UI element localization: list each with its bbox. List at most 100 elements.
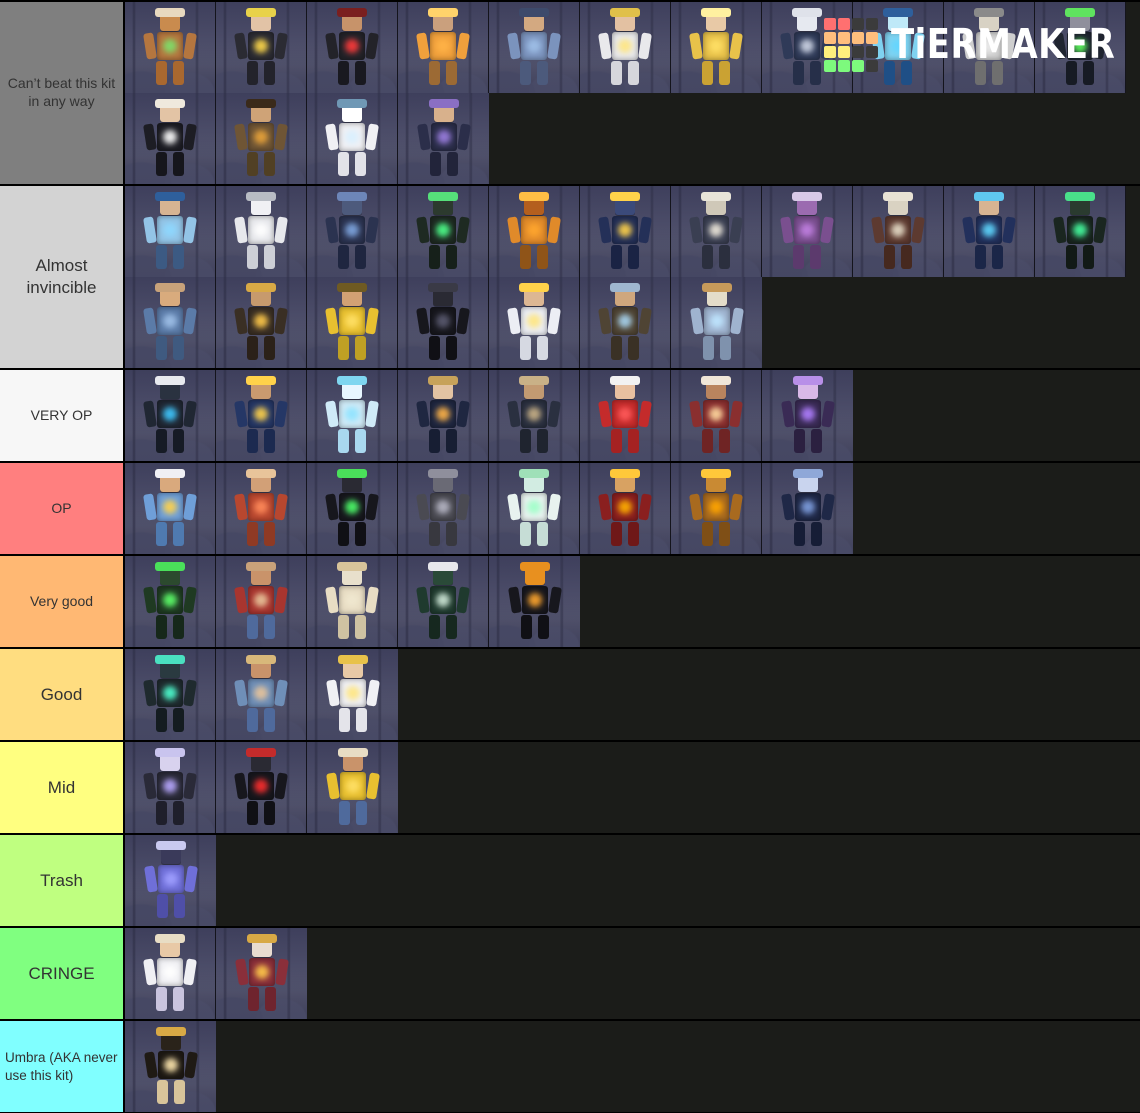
- red-scarf-kit[interactable]: [216, 463, 307, 554]
- toxic-green-kit[interactable]: [1035, 186, 1126, 277]
- snow-hood-kit[interactable]: [944, 2, 1035, 93]
- shrine-maiden-kit[interactable]: [671, 370, 762, 461]
- flame-knight-kit[interactable]: [580, 463, 671, 554]
- tier-label[interactable]: Can’t beat this kit in any way: [0, 2, 125, 184]
- noble-blue-kit[interactable]: [216, 370, 307, 461]
- tier-items[interactable]: [125, 370, 1140, 461]
- blue-assassin-kit[interactable]: [125, 835, 216, 926]
- white-snow-kit[interactable]: [216, 186, 307, 277]
- umbra-kit[interactable]: [125, 1021, 216, 1112]
- red-eye-demon-kit[interactable]: [216, 742, 307, 833]
- skull-wanderer-kit[interactable]: [853, 186, 944, 277]
- kit-character: [143, 7, 197, 85]
- ghostface-kit[interactable]: [762, 2, 853, 93]
- tier-label[interactable]: Mid: [0, 742, 125, 833]
- guitarist-kit[interactable]: [216, 556, 307, 647]
- nature-golem-kit[interactable]: [125, 556, 216, 647]
- tier-items[interactable]: [125, 463, 1140, 554]
- black-gold-kit[interactable]: [216, 2, 307, 93]
- shadow-teal-kit[interactable]: [125, 649, 216, 740]
- green-sorcerer-kit[interactable]: [398, 186, 489, 277]
- dark-blue-kit[interactable]: [307, 186, 398, 277]
- kit-character: [780, 375, 835, 453]
- white-hair-blade-kit[interactable]: [125, 742, 216, 833]
- kit-character: [1053, 191, 1107, 269]
- tier-items[interactable]: [125, 186, 1140, 368]
- snowman-kit[interactable]: [307, 93, 398, 184]
- black-scythe-kit[interactable]: [398, 277, 489, 368]
- tier-items[interactable]: [125, 649, 1140, 740]
- golden-dragon-kit[interactable]: [671, 463, 762, 554]
- kit-arm-right: [820, 31, 834, 60]
- cowboy-kit[interactable]: [216, 93, 307, 184]
- tier-label[interactable]: Trash: [0, 835, 125, 926]
- spirit-purple-kit[interactable]: [762, 370, 853, 461]
- crimson-dark-kit[interactable]: [307, 2, 398, 93]
- kit-arm-left: [598, 31, 612, 60]
- samurai-purple-kit[interactable]: [398, 93, 489, 184]
- white-prince-kit[interactable]: [398, 370, 489, 461]
- straw-hat-kit[interactable]: [216, 649, 307, 740]
- detector-kit[interactable]: [489, 370, 580, 461]
- black-green-kit[interactable]: [307, 463, 398, 554]
- kit-hat: [337, 7, 367, 17]
- white-straw-hat-kit[interactable]: [125, 928, 216, 1019]
- tier-label[interactable]: Almost invincible: [0, 186, 125, 368]
- blue-wizard-kit[interactable]: [944, 186, 1035, 277]
- navy-suit-kit[interactable]: [762, 463, 853, 554]
- kit-leg-left: [793, 428, 805, 453]
- gold-musket-kit[interactable]: [216, 277, 307, 368]
- frost-hood-kit[interactable]: [125, 186, 216, 277]
- starlight-kit[interactable]: [489, 277, 580, 368]
- white-mint-kit[interactable]: [489, 463, 580, 554]
- green-reaper-kit[interactable]: [1035, 2, 1126, 93]
- dark-green-kit[interactable]: [398, 556, 489, 647]
- tier-items[interactable]: [125, 742, 1140, 833]
- tier-items[interactable]: [125, 928, 1140, 1019]
- heavy-armor-kit[interactable]: [398, 463, 489, 554]
- tier-items[interactable]: [125, 556, 1140, 647]
- purple-demon-kit[interactable]: [762, 186, 853, 277]
- cosmic-blue-kit[interactable]: [580, 186, 671, 277]
- cyber-tech-kit[interactable]: [125, 370, 216, 461]
- white-gold-suit-kit[interactable]: [307, 649, 398, 740]
- ice-dragon-kit[interactable]: [853, 2, 944, 93]
- bull-skull-kit[interactable]: [671, 186, 762, 277]
- tier-items[interactable]: [125, 2, 1140, 184]
- tier-items[interactable]: [125, 835, 1140, 926]
- golden-knight-kit[interactable]: [671, 2, 762, 93]
- tier-items[interactable]: [125, 1021, 1140, 1112]
- kit-glow: [345, 222, 359, 237]
- orange-sun-kit[interactable]: [398, 2, 489, 93]
- gingerbread-kit[interactable]: [125, 2, 216, 93]
- white-gold-kit[interactable]: [580, 2, 671, 93]
- tier-label[interactable]: VERY OP: [0, 370, 125, 461]
- kit-leg-left: [520, 614, 532, 639]
- kit-leg-right: [1083, 60, 1094, 85]
- pumpkin-kit[interactable]: [489, 556, 580, 647]
- red-robe-kit[interactable]: [216, 928, 307, 1019]
- tier-label[interactable]: Very good: [0, 556, 125, 647]
- kit-glow: [618, 222, 632, 237]
- white-hair-kit[interactable]: [125, 93, 216, 184]
- mummy-kit[interactable]: [307, 556, 398, 647]
- kit-arm-right: [456, 31, 470, 60]
- brown-gunner-kit[interactable]: [580, 277, 671, 368]
- orange-demon-kit[interactable]: [489, 186, 580, 277]
- santa-kit[interactable]: [580, 370, 671, 461]
- tier-label[interactable]: Umbra (AKA never use this kit): [0, 1021, 125, 1112]
- ice-queen-kit[interactable]: [307, 370, 398, 461]
- yellow-worker-kit[interactable]: [307, 277, 398, 368]
- blue-traveler-kit[interactable]: [489, 2, 580, 93]
- bunny-adventurer-kit[interactable]: [125, 463, 216, 554]
- villager-blue-kit[interactable]: [125, 277, 216, 368]
- kit-arm-left: [143, 306, 157, 335]
- tier-label[interactable]: OP: [0, 463, 125, 554]
- tier-label[interactable]: CRINGE: [0, 928, 125, 1019]
- tier-label[interactable]: Good: [0, 649, 125, 740]
- kit-character: [234, 654, 288, 732]
- construction-kit[interactable]: [307, 742, 398, 833]
- kit-leg-left: [156, 800, 167, 825]
- ice-paladin-kit[interactable]: [671, 277, 762, 368]
- kit-leg-left: [611, 428, 622, 453]
